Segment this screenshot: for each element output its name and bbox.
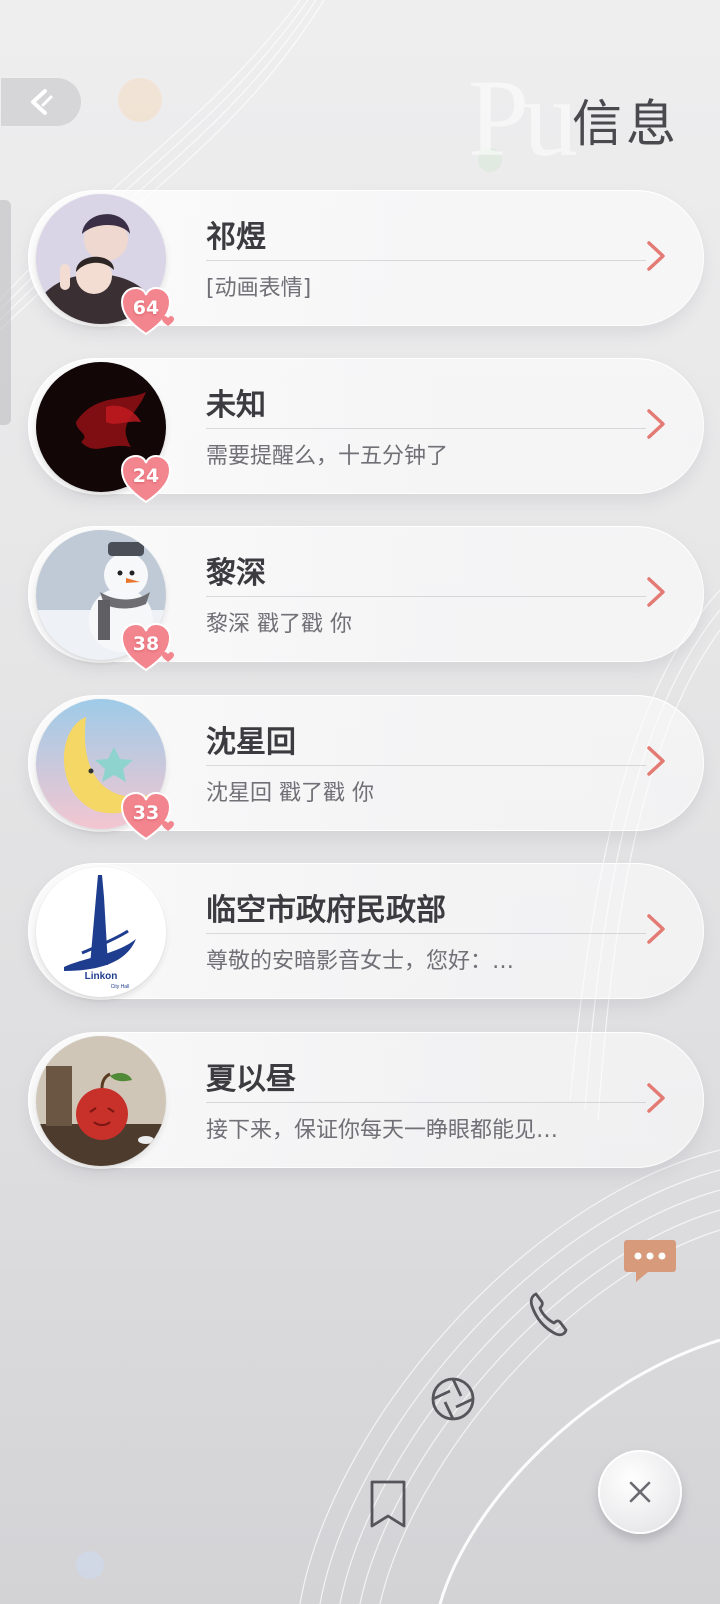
message-preview: 尊敬的安暗影音女士，您好：… bbox=[206, 949, 515, 974]
message-preview: 黎深 戳了戳 你 bbox=[206, 612, 352, 637]
contact-name: 临空市政府民政部 bbox=[206, 893, 446, 928]
contact-name: 夏以昼 bbox=[206, 1062, 296, 1097]
affinity-count: 38 bbox=[132, 633, 160, 655]
chevron-right-icon bbox=[644, 911, 668, 947]
moments-icon bbox=[431, 1377, 475, 1421]
logo-subtext: City Hall bbox=[111, 984, 130, 990]
close-button[interactable] bbox=[598, 1450, 682, 1534]
divider bbox=[206, 1102, 646, 1103]
contact-name: 未知 bbox=[206, 388, 266, 423]
message-preview: 接下来，保证你每天一睁眼都能见… bbox=[206, 1118, 559, 1143]
chat-tab-button[interactable] bbox=[622, 1236, 678, 1286]
logo-text: Linkon bbox=[85, 971, 118, 982]
divider bbox=[206, 260, 646, 261]
chat-item-qiyu[interactable]: 64 祁煜 [动画表情] bbox=[28, 190, 704, 336]
affinity-heart-badge: 64 bbox=[120, 286, 176, 338]
favorites-tab-button[interactable] bbox=[366, 1478, 410, 1530]
contact-name: 沈星回 bbox=[206, 725, 296, 760]
affinity-heart-badge: 33 bbox=[120, 791, 176, 843]
chat-item-xiayizhou[interactable]: 夏以昼 接下来，保证你每天一睁眼都能见… bbox=[28, 1032, 704, 1168]
message-preview: 沈星回 戳了戳 你 bbox=[206, 781, 374, 806]
side-drawer-handle[interactable] bbox=[0, 200, 11, 425]
contact-name: 祁煜 bbox=[206, 220, 266, 255]
chevron-right-icon bbox=[644, 743, 668, 779]
affinity-heart-badge: 24 bbox=[120, 454, 176, 506]
divider bbox=[206, 933, 646, 934]
affinity-count: 64 bbox=[132, 297, 160, 319]
chevron-right-icon bbox=[644, 1080, 668, 1116]
chevron-right-icon bbox=[644, 406, 668, 442]
moments-tab-button[interactable] bbox=[428, 1374, 478, 1424]
chevron-right-icon bbox=[644, 238, 668, 274]
message-preview: [动画表情] bbox=[206, 276, 312, 301]
chat-item-lishen[interactable]: 38 黎深 黎深 戳了戳 你 bbox=[28, 526, 704, 672]
divider bbox=[206, 596, 646, 597]
divider bbox=[206, 428, 646, 429]
divider bbox=[206, 765, 646, 766]
chat-item-shenxinghui[interactable]: 33 沈星回 沈星回 戳了戳 你 bbox=[28, 695, 704, 841]
chat-item-civil-affairs[interactable]: Linkon City Hall 临空市政府民政部 尊敬的安暗影音女士，您好：… bbox=[28, 863, 704, 999]
chat-item-unknown[interactable]: 24 未知 需要提醒么，十五分钟了 bbox=[28, 358, 704, 504]
avatar bbox=[36, 1036, 166, 1166]
back-arrow-icon bbox=[31, 89, 53, 115]
message-preview: 需要提醒么，十五分钟了 bbox=[206, 444, 449, 469]
affinity-heart-badge: 38 bbox=[120, 622, 176, 674]
contact-name: 黎深 bbox=[206, 556, 266, 591]
bookmark-icon bbox=[370, 1480, 406, 1528]
avatar: Linkon City Hall bbox=[36, 867, 166, 997]
page-title: 信息 bbox=[572, 95, 680, 153]
affinity-count: 33 bbox=[132, 802, 160, 824]
chevron-right-icon bbox=[644, 574, 668, 610]
back-button[interactable] bbox=[0, 77, 82, 127]
phone-icon bbox=[529, 1292, 568, 1337]
affinity-count: 24 bbox=[132, 465, 160, 487]
call-tab-button[interactable] bbox=[524, 1290, 570, 1340]
close-icon bbox=[629, 1481, 651, 1503]
chat-bubble-icon bbox=[624, 1240, 676, 1282]
